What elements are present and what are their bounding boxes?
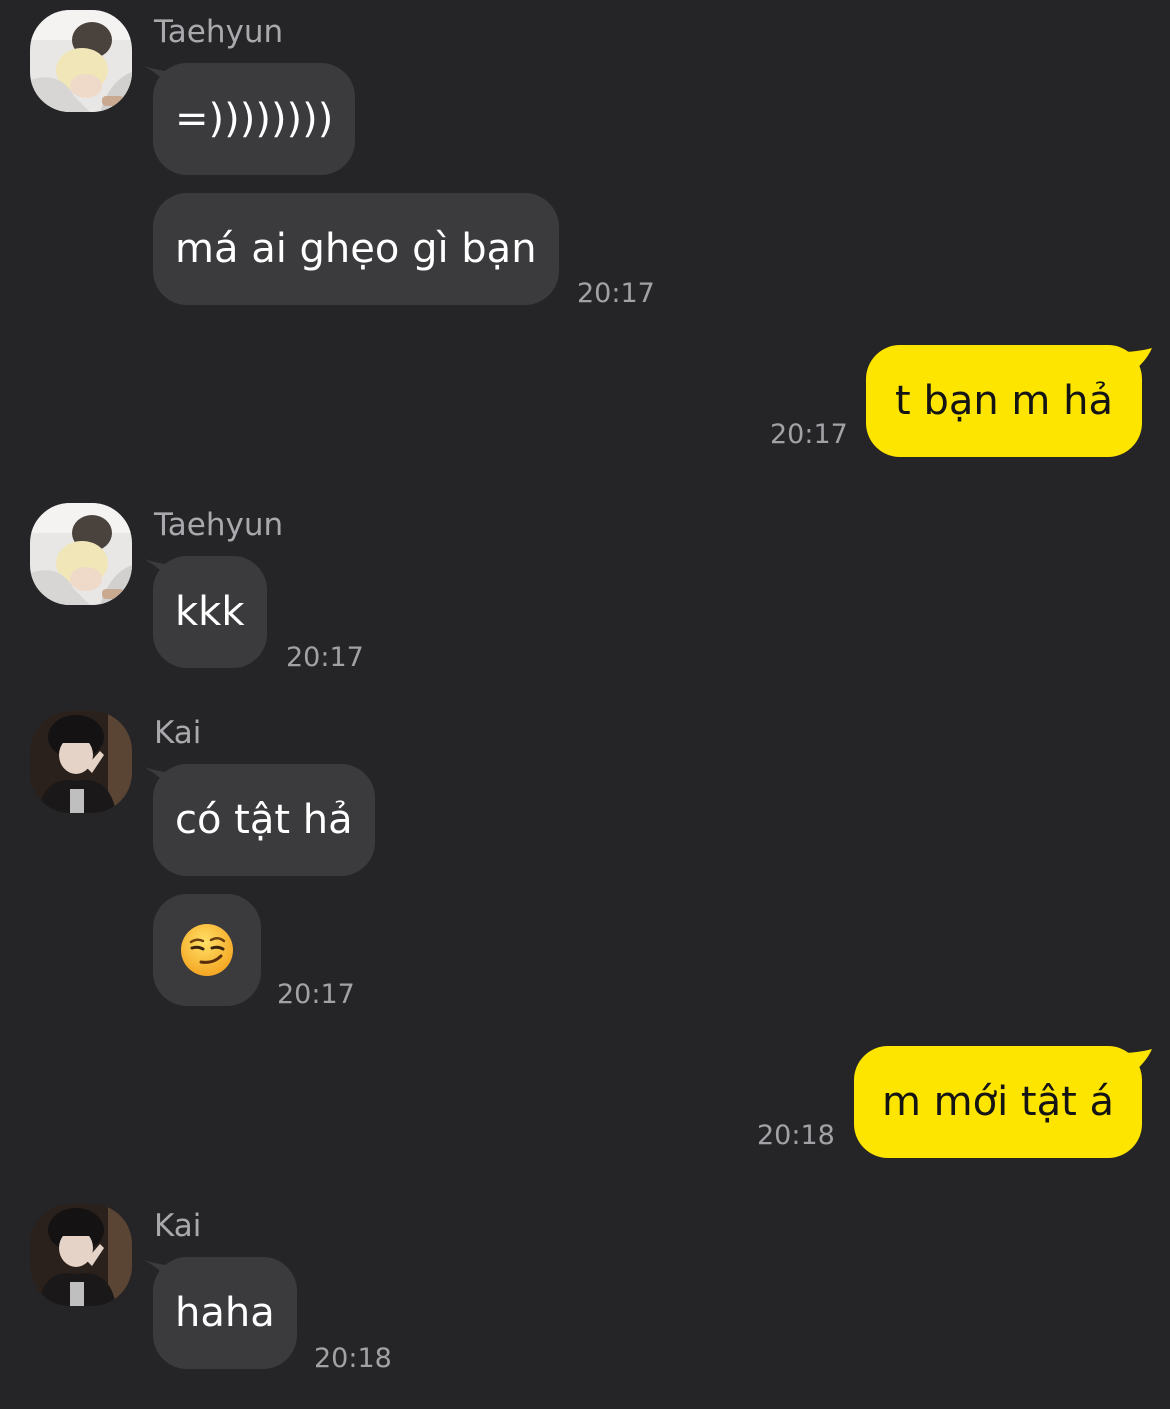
message-bubble[interactable]: kkk xyxy=(153,556,267,668)
sender-name: Taehyun xyxy=(154,14,284,50)
taehyun-photo-icon xyxy=(30,10,132,112)
chat-message-list[interactable]: Taehyun =)))))))) má ai ghẹo gì bạn 20:1… xyxy=(0,0,1170,1409)
message-bubble[interactable]: haha xyxy=(153,1257,297,1369)
smirking-face-icon xyxy=(181,924,233,976)
kai-photo-icon xyxy=(30,1204,132,1306)
sender-name: Taehyun xyxy=(154,507,284,543)
emoji-message-bubble[interactable] xyxy=(153,894,261,1006)
sender-name: Kai xyxy=(154,715,202,751)
message-time: 20:18 xyxy=(757,1120,835,1151)
bubble-tail-icon xyxy=(1120,1049,1152,1075)
message-time: 20:17 xyxy=(277,979,355,1010)
message-bubble[interactable]: =)))))))) xyxy=(153,63,356,175)
message-bubble[interactable]: có tật hả xyxy=(153,764,375,876)
kai-avatar[interactable] xyxy=(30,711,132,813)
message-time: 20:17 xyxy=(770,419,848,450)
message-time: 20:17 xyxy=(286,642,364,673)
taehyun-photo-icon xyxy=(30,503,132,605)
taehyun-avatar[interactable] xyxy=(30,10,132,112)
kai-photo-icon xyxy=(30,711,132,813)
message-bubble-outgoing[interactable]: t bạn m hả xyxy=(866,345,1142,457)
bubble-tail-icon xyxy=(1120,348,1152,374)
message-time: 20:17 xyxy=(577,278,655,309)
sender-name: Kai xyxy=(154,1208,202,1244)
kai-avatar[interactable] xyxy=(30,1204,132,1306)
taehyun-avatar[interactable] xyxy=(30,503,132,605)
message-time: 20:18 xyxy=(314,1343,392,1374)
message-bubble-outgoing[interactable]: m mới tật á xyxy=(854,1046,1142,1158)
message-bubble[interactable]: má ai ghẹo gì bạn xyxy=(153,193,559,305)
